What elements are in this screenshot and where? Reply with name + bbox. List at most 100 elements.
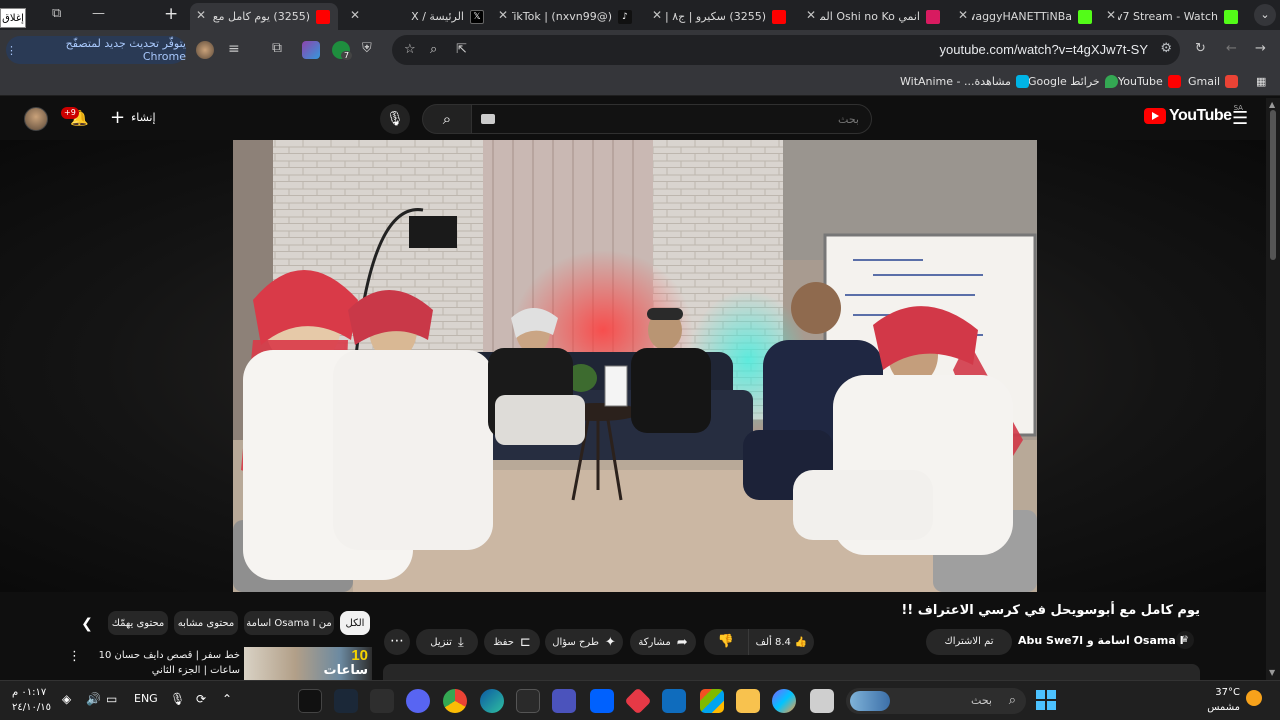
profile-avatar[interactable]: [196, 41, 214, 59]
new-tab-icon[interactable]: +: [164, 4, 178, 24]
bookmark-gmail[interactable]: Gmail: [1188, 75, 1239, 88]
tab-sekiro[interactable]: (3255) سكيرو | ج٨ | ش ✕: [646, 3, 794, 30]
display-icon[interactable]: ▭: [106, 692, 117, 706]
windows-taskbar: ٠١:١٧ م ٢٤/١٠/١٥ ◈ 🔊 ▭ ENG 🎙 ⟳ ⌃ ⌕ بحث 3…: [0, 680, 1280, 720]
tab-youtube-active[interactable]: (3255) يوم كامل مع أ ✕: [190, 3, 338, 30]
start-button-icon[interactable]: [1036, 690, 1056, 710]
video-player[interactable]: [233, 140, 1037, 592]
extensions-icon[interactable]: ⧉: [272, 40, 282, 56]
channel-name[interactable]: Osama I اسامة و Abu Swe7l: [1018, 634, 1184, 647]
clock-date: ٢٤/١٠/١٥: [12, 702, 51, 713]
recommended-menu-icon[interactable]: ⋮: [68, 649, 81, 664]
outlook-icon[interactable]: [662, 689, 686, 713]
reload-icon[interactable]: ↻: [1195, 41, 1206, 56]
more-actions-button[interactable]: ⋯: [384, 629, 410, 655]
install-app-icon[interactable]: ⇱: [456, 42, 467, 57]
media-controls-icon[interactable]: ≡: [228, 41, 240, 57]
page-scrollbar[interactable]: ▲ ▼: [1266, 98, 1280, 680]
copilot-app-icon[interactable]: [772, 689, 796, 713]
chip-from-channel[interactable]: من Osama I اسامة: [244, 611, 334, 635]
tab-kick-swaggy[interactable]: SwaggyHANETTiNBa ✕: [952, 3, 1100, 30]
epic-games-icon[interactable]: [516, 689, 540, 713]
address-bar[interactable]: ☆ ⌕ ⇱ youtube.com/watch?v=t4gXJw7t-SY ⚙: [392, 35, 1180, 65]
volume-icon[interactable]: 🔊: [86, 692, 101, 706]
bookmark-google-maps[interactable]: خرائط Google: [1028, 75, 1118, 88]
bookmark-youtube[interactable]: YouTube: [1118, 75, 1181, 88]
tab-oshi-no-ko[interactable]: انمي Oshi no Ko المو ✕: [800, 3, 948, 30]
bookmark-label: خرائط Google: [1028, 75, 1100, 88]
shield-icon[interactable]: ⛨: [362, 41, 372, 56]
chip-all[interactable]: الكل: [340, 611, 370, 635]
ask-button[interactable]: ✦ طرح سؤال: [545, 629, 623, 655]
tab-close-icon[interactable]: ✕: [350, 8, 360, 22]
bookmark-witanime[interactable]: مشاهدة... - WitAnime: [900, 75, 1029, 88]
forward-icon[interactable]: ←: [1226, 41, 1237, 56]
tab-close-icon[interactable]: ✕: [652, 8, 662, 22]
tab-tiktok[interactable]: ♪ (@nxvn99) | TikTok ✕: [492, 3, 640, 30]
language-indicator[interactable]: ENG: [134, 692, 158, 705]
app-purple-icon[interactable]: [552, 689, 576, 713]
minimize-icon[interactable]: —: [92, 6, 105, 21]
close-overlay-button[interactable]: إغلاق: [0, 8, 26, 28]
weather-condition: مشمس: [1207, 702, 1240, 713]
like-button[interactable]: 👍 8.4 ألف: [748, 629, 814, 655]
thumb-word: ساعات: [323, 663, 369, 678]
steam-icon[interactable]: [334, 689, 358, 713]
zoom-icon[interactable]: ⌕: [430, 42, 437, 57]
keyboard-icon[interactable]: [481, 114, 495, 124]
apps-grid-icon[interactable]: ▦: [1256, 75, 1266, 88]
tab-close-icon[interactable]: ✕: [196, 8, 206, 22]
bookmark-star-icon[interactable]: ☆: [404, 42, 416, 57]
clock[interactable]: ٠١:١٧ م ٢٤/١٠/١٥: [12, 685, 51, 715]
dislike-button[interactable]: 👎: [704, 629, 748, 655]
edge-icon[interactable]: [480, 689, 504, 713]
tray-overflow-icon[interactable]: ⌃: [222, 692, 232, 706]
file-explorer-icon[interactable]: [736, 689, 760, 713]
maps-pin-icon: [1104, 75, 1118, 88]
chips-next-icon[interactable]: ❮: [76, 613, 98, 635]
back-icon[interactable]: →: [1255, 41, 1266, 56]
store-icon[interactable]: [700, 689, 724, 713]
tab-close-icon[interactable]: ✕: [958, 8, 968, 22]
task-view-icon[interactable]: [810, 689, 834, 713]
tab-title: الرئيسة / X: [411, 10, 464, 23]
search-input[interactable]: [471, 105, 871, 133]
app-green-icon[interactable]: [370, 689, 394, 713]
subscribed-button[interactable]: تم الاشتراك: [926, 629, 1012, 655]
tab-x[interactable]: 𝕏 الرئيسة / X ✕: [344, 3, 492, 30]
weather-widget[interactable]: 37°C مشمس: [1200, 685, 1240, 715]
tab-kick-nxv7[interactable]: Nxv7 Stream - Watch ✕: [1100, 3, 1246, 30]
chip-for-you[interactable]: محتوى يهمّك: [108, 611, 168, 635]
youtube-logo[interactable]: YouTube SA: [1144, 104, 1243, 125]
recommended-thumbnail[interactable]: 10 ساعات: [244, 647, 372, 681]
app-red-icon[interactable]: [624, 687, 652, 715]
chip-related[interactable]: محتوى مشابه: [174, 611, 238, 635]
tab-search-icon[interactable]: ⧉: [52, 6, 61, 21]
chrome-icon[interactable]: [443, 689, 467, 713]
create-button[interactable]: إنشاء +: [110, 107, 156, 128]
recommended-title[interactable]: خط سفر | قصص دايف حسان 10 ساعات | الجزء …: [88, 648, 240, 678]
extension-app-icon[interactable]: [302, 41, 320, 59]
chrome-update-button[interactable]: يتوفّر تحديث جديد لمتصفّح Chrome ⋮: [6, 36, 186, 64]
taskbar-app-dark-icon[interactable]: [298, 689, 322, 713]
discord-icon[interactable]: [406, 689, 430, 713]
scroll-up-icon[interactable]: ▲: [1269, 100, 1275, 109]
save-button[interactable]: ⊐ حفظ: [484, 629, 540, 655]
voice-search-button[interactable]: 🎙: [380, 104, 410, 134]
scrollbar-thumb[interactable]: [1270, 110, 1276, 260]
tab-close-icon[interactable]: ✕: [498, 8, 508, 22]
taskbar-search[interactable]: ⌕ بحث: [846, 688, 1026, 714]
microphone-tray-icon[interactable]: 🎙: [170, 692, 185, 706]
tab-list-icon[interactable]: ⌄: [1254, 4, 1276, 26]
search-button[interactable]: ⌕: [422, 104, 472, 134]
share-button[interactable]: ➦ مشاركة: [630, 629, 696, 655]
scroll-down-icon[interactable]: ▼: [1269, 668, 1275, 677]
dropbox-icon[interactable]: [590, 689, 614, 713]
tab-close-icon[interactable]: ✕: [806, 8, 816, 22]
download-button[interactable]: ⤓ تنزيل: [416, 629, 478, 655]
site-settings-icon[interactable]: ⚙: [1160, 41, 1172, 56]
sync-icon[interactable]: ⟳: [196, 692, 206, 706]
account-avatar[interactable]: [24, 107, 48, 131]
tab-close-icon[interactable]: ✕: [1106, 8, 1116, 22]
copilot-icon[interactable]: ◈: [62, 692, 71, 706]
